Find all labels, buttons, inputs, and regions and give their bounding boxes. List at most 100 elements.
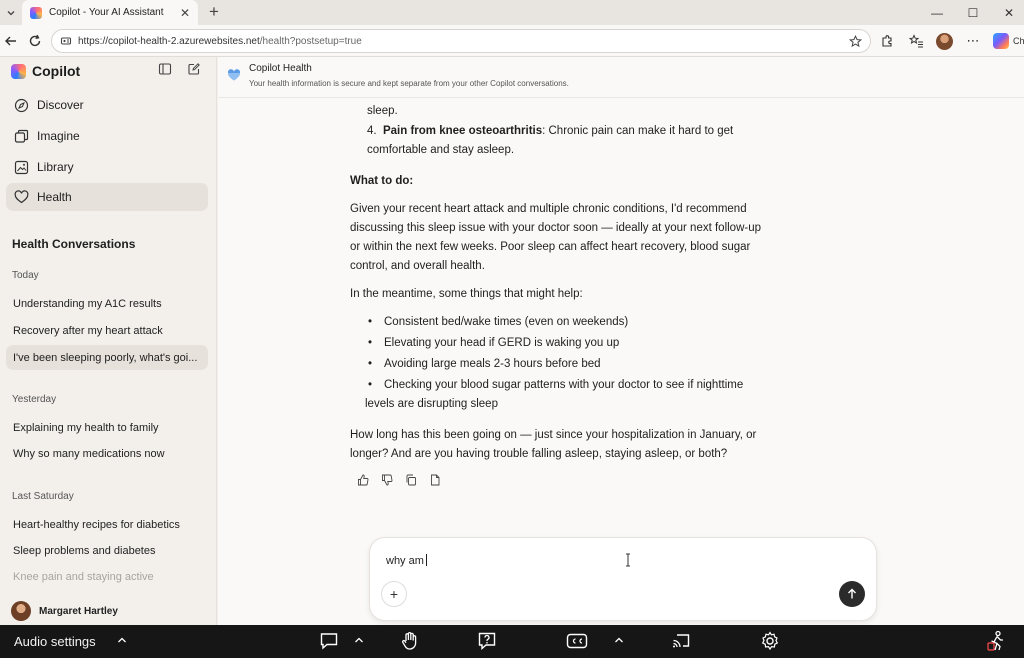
list-item-text: : Chronic pain can make it hard to get xyxy=(542,125,734,137)
meeting-control-bar: Audio settings xyxy=(0,625,1024,658)
more-menu-dots-icon[interactable]: ⋯ xyxy=(964,32,982,50)
message-text: control, and overall health. xyxy=(350,260,485,272)
add-attachment-button[interactable]: + xyxy=(381,581,407,607)
new-chat-compose-icon[interactable] xyxy=(187,62,203,78)
message-text: longer? And are you having trouble falli… xyxy=(350,448,728,460)
header-subtitle: Your health information is secure and ke… xyxy=(249,79,569,88)
address-bar[interactable]: https://copilot-health-2.azurewebsites.n… xyxy=(51,29,871,53)
chevron-up-icon[interactable] xyxy=(117,633,127,647)
browser-tab-active[interactable]: Copilot - Your AI Assistant ✕ xyxy=(22,0,198,25)
message-actions xyxy=(356,473,441,486)
leave-walking-person-icon[interactable] xyxy=(986,630,1008,652)
tab-list-chevron-icon[interactable] xyxy=(2,4,20,21)
copilot-logo-icon xyxy=(11,63,26,79)
conversation-item[interactable]: Explaining my health to family xyxy=(6,415,208,440)
list-number: 4. xyxy=(367,125,377,137)
nav-discover-label: Discover xyxy=(37,98,84,112)
message-composer[interactable]: why am + xyxy=(369,537,877,621)
conversation-item[interactable]: Sleep problems and diabetes xyxy=(6,538,208,563)
nav-imagine-label: Imagine xyxy=(37,129,80,143)
thumbs-down-icon[interactable] xyxy=(380,473,393,486)
toolbar-right: ⋯ Cha xyxy=(878,31,1024,51)
conversation-item[interactable]: Heart-healthy recipes for diabetics xyxy=(6,512,208,537)
copilot-chip-label: Cha xyxy=(1013,36,1024,46)
new-tab-plus-icon[interactable]: + xyxy=(205,3,223,21)
image-stack-icon xyxy=(13,128,29,144)
list-item-bold: Pain from knee osteoarthritis xyxy=(382,125,543,137)
copilot-sidebar-button[interactable]: Cha xyxy=(993,33,1024,49)
message-text: How long has this been going on — just s… xyxy=(350,429,757,441)
message-text: discussing this sleep issue with your do… xyxy=(350,222,762,234)
what-to-do-heading: What to do: xyxy=(350,172,790,191)
settings-gear-icon[interactable] xyxy=(759,630,781,652)
list-item-text: Elevating your head if GERD is waking yo… xyxy=(384,337,620,349)
message-text: sleep. xyxy=(367,105,398,117)
conversation-item[interactable]: Knee pain and staying active xyxy=(6,564,208,589)
sidebar: Copilot Discover Imagine Library Health … xyxy=(0,57,217,625)
conversation-item[interactable]: Recovery after my heart attack xyxy=(6,318,208,343)
nav-discover[interactable]: Discover xyxy=(6,91,208,119)
thumbs-up-icon[interactable] xyxy=(356,473,369,486)
compass-icon xyxy=(13,97,29,113)
user-profile-row[interactable]: Margaret Hartley xyxy=(11,601,118,621)
close-window-icon[interactable]: ✕ xyxy=(1002,6,1016,20)
group-label-today: Today xyxy=(12,270,39,281)
site-info-lock-icon[interactable] xyxy=(60,35,72,47)
audio-settings-label[interactable]: Audio settings xyxy=(14,634,96,649)
refresh-icon[interactable] xyxy=(26,32,44,50)
window-controls: — ☐ ✕ xyxy=(930,0,1016,25)
profile-avatar-icon[interactable] xyxy=(936,32,953,50)
nav-health[interactable]: Health xyxy=(6,183,208,211)
health-heart-icon xyxy=(227,69,241,81)
minimize-icon[interactable]: — xyxy=(930,6,944,20)
list-item-text: Consistent bed/wake times (even on weeke… xyxy=(384,316,629,328)
browser-tab-strip: Copilot - Your AI Assistant ✕ + — ☐ ✕ xyxy=(0,0,1024,25)
document-export-icon[interactable] xyxy=(428,473,441,486)
brand[interactable]: Copilot xyxy=(11,63,80,79)
extensions-puzzle-icon[interactable] xyxy=(878,32,896,50)
what-to-do-label: What to do: xyxy=(350,175,414,187)
chevron-up-icon[interactable] xyxy=(354,633,364,647)
copilot-logo-icon xyxy=(993,33,1009,49)
group-label-yesterday: Yesterday xyxy=(12,394,57,405)
toggle-sidebar-icon[interactable] xyxy=(158,62,174,78)
brand-name: Copilot xyxy=(32,63,81,79)
copy-icon[interactable] xyxy=(404,473,417,486)
raise-hand-icon[interactable] xyxy=(399,630,421,652)
nav-library[interactable]: Library xyxy=(6,153,208,181)
list-item: • Elevating your head if GERD is waking y… xyxy=(368,334,788,353)
chevron-up-icon[interactable] xyxy=(614,633,624,647)
plus-icon: + xyxy=(389,586,399,602)
list-item-text: Avoiding large meals 2-3 hours before be… xyxy=(384,358,601,370)
message-list-item-4: 4. Pain from knee osteoarthritis: Chroni… xyxy=(367,122,797,141)
back-arrow-icon[interactable] xyxy=(2,32,20,50)
chat-bubble-icon[interactable] xyxy=(318,630,340,652)
health-header: Copilot Health Your health information i… xyxy=(218,57,1024,98)
browser-toolbar: https://copilot-health-2.azurewebsites.n… xyxy=(0,25,1024,57)
conversation-item-active[interactable]: I've been sleeping poorly, what's goi... xyxy=(6,345,208,370)
maximize-icon[interactable]: ☐ xyxy=(966,6,980,20)
closed-captions-icon[interactable] xyxy=(566,630,588,652)
send-button[interactable] xyxy=(839,581,865,607)
text-caret xyxy=(425,554,427,566)
nav-imagine[interactable]: Imagine xyxy=(6,122,208,150)
message-text: Given your recent heart attack and multi… xyxy=(350,203,747,215)
copilot-favicon-icon xyxy=(30,6,42,19)
health-conversations-heading: Health Conversations xyxy=(12,237,136,251)
ibeam-cursor-icon xyxy=(626,553,630,567)
conversation-item[interactable]: Understanding my A1C results xyxy=(6,291,208,316)
conversation-item[interactable]: Why so many medications now xyxy=(6,441,208,466)
tab-close-icon[interactable]: ✕ xyxy=(178,6,192,20)
user-name: Margaret Hartley xyxy=(39,605,118,617)
cast-screen-icon[interactable] xyxy=(670,630,692,652)
user-avatar xyxy=(11,601,31,621)
message-text: or within the next few weeks. Poor sleep… xyxy=(350,241,751,253)
composer-value: why am xyxy=(386,555,424,567)
favorites-list-icon[interactable] xyxy=(907,32,925,50)
heart-icon xyxy=(13,189,29,205)
favorite-star-icon[interactable] xyxy=(849,34,862,48)
tab-title: Copilot - Your AI Assistant xyxy=(49,7,164,18)
list-item: • Checking your blood sugar patterns with… xyxy=(368,376,788,395)
composer-input[interactable]: why am xyxy=(386,554,427,567)
help-question-icon[interactable] xyxy=(476,630,498,652)
